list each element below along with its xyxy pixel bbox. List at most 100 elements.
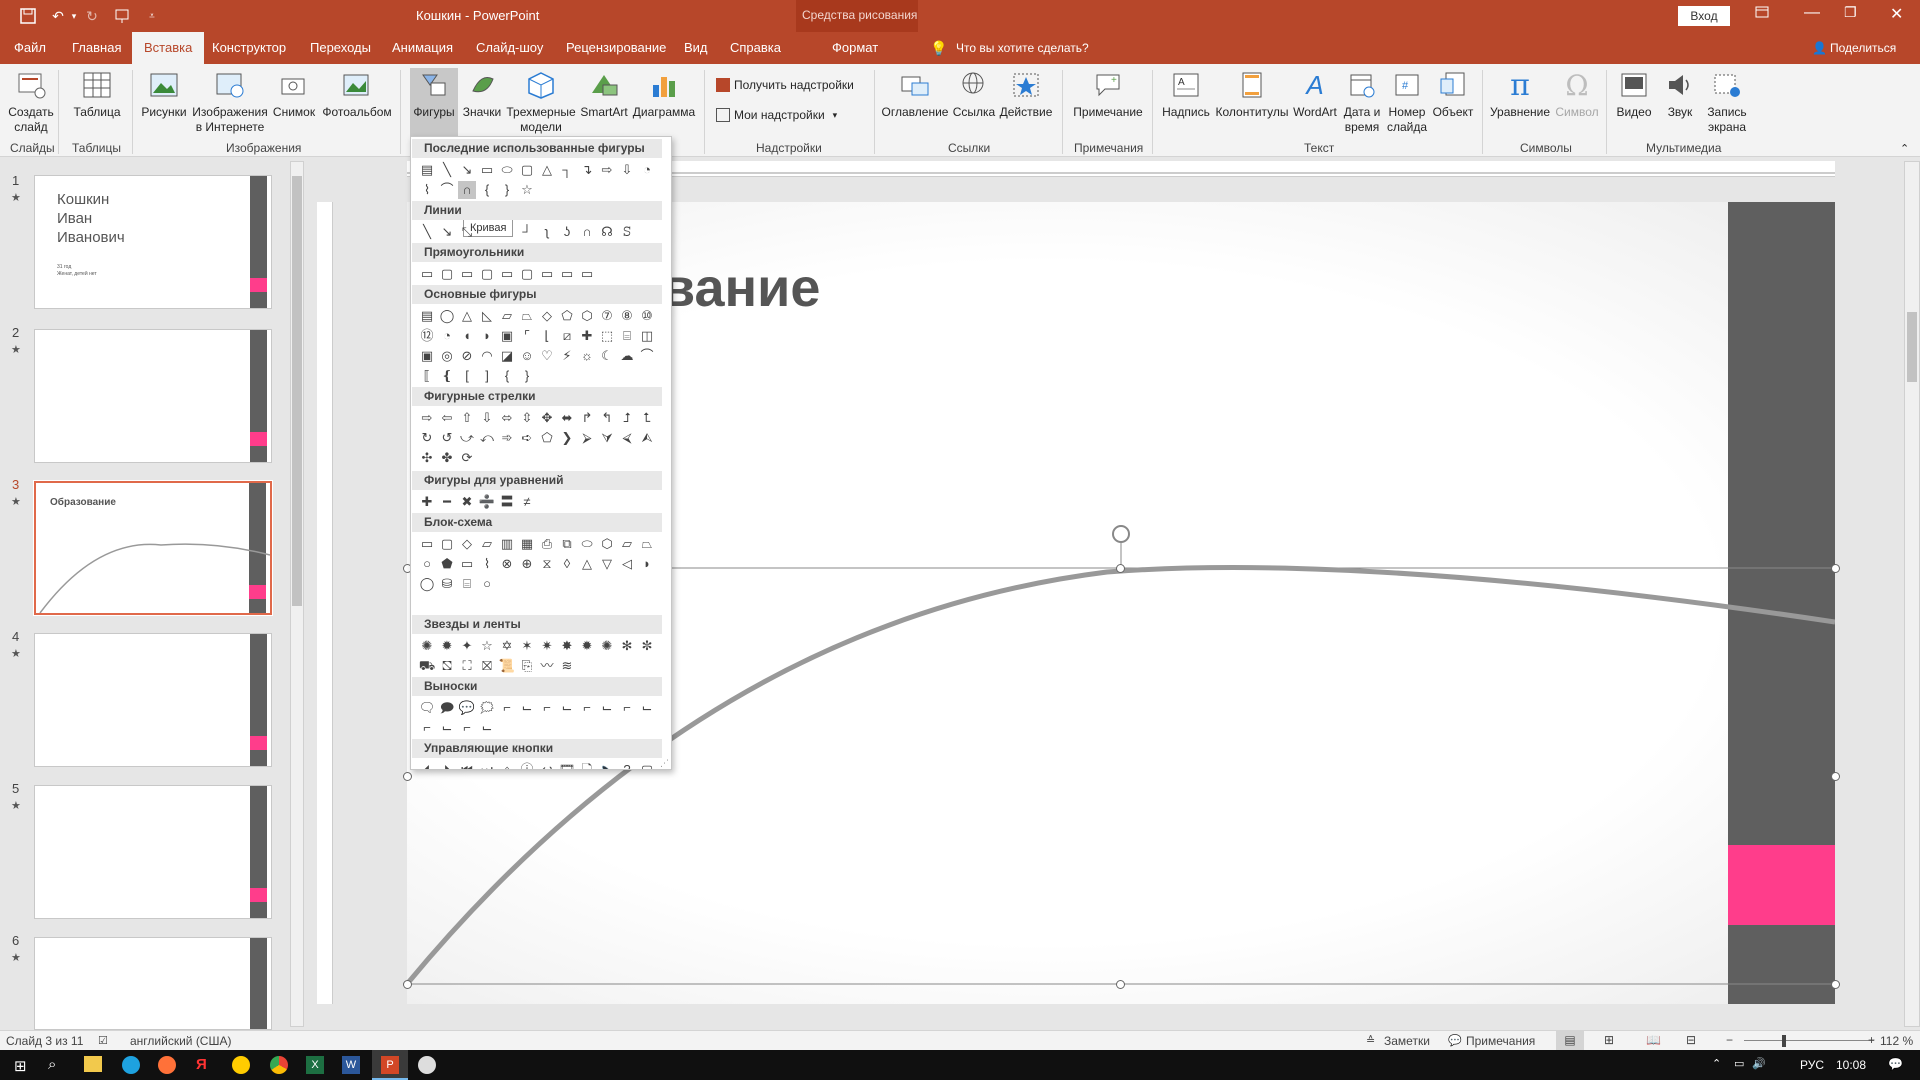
rect-callout-icon[interactable]: 🗨: [418, 699, 436, 717]
left-arrow-icon[interactable]: ⇦: [438, 409, 456, 427]
cross-icon[interactable]: ✚: [578, 327, 596, 345]
editor-scrollbar[interactable]: [1904, 161, 1920, 1027]
right-arrow-icon[interactable]: ⇨: [418, 409, 436, 427]
clock[interactable]: 10:08: [1836, 1058, 1866, 1072]
star24-icon[interactable]: ✻: [618, 637, 636, 655]
moon-icon[interactable]: ☾: [598, 347, 616, 365]
double-bracket-icon[interactable]: ⟦: [418, 367, 436, 385]
left-right-up-arrow-icon[interactable]: ⬌: [558, 409, 576, 427]
freeform-shape-icon[interactable]: ⌇: [418, 181, 436, 199]
manual-input-icon[interactable]: ⏥: [618, 535, 636, 553]
resize-handle[interactable]: [1831, 772, 1840, 781]
arc-icon[interactable]: ⌒: [638, 347, 656, 365]
wave-icon[interactable]: 〰: [538, 657, 556, 675]
home-button-icon[interactable]: ⌂: [498, 761, 516, 769]
star12-icon[interactable]: ✹: [578, 637, 596, 655]
pie-icon[interactable]: ◔: [438, 327, 456, 345]
double-arrow-icon[interactable]: ⤡: [458, 223, 476, 241]
table-button[interactable]: Таблица: [70, 68, 124, 120]
lightning-icon[interactable]: ⚡: [558, 347, 576, 365]
oval-shape-icon[interactable]: ⬭: [498, 161, 516, 179]
link-button[interactable]: Ссылка: [950, 68, 998, 120]
diamond-icon[interactable]: ◇: [538, 307, 556, 325]
3d-models-button[interactable]: Трехмерные модели: [506, 68, 576, 135]
cloud-icon[interactable]: ☁: [618, 347, 636, 365]
star10-icon[interactable]: ✸: [558, 637, 576, 655]
tell-me-search[interactable]: Что вы хотите сделать?: [956, 32, 1089, 64]
chord-icon[interactable]: ◖: [458, 327, 476, 345]
bent-arrow-icon[interactable]: ↱: [578, 409, 596, 427]
left-bracket-icon[interactable]: [: [458, 367, 476, 385]
or-icon[interactable]: ⊕: [518, 555, 536, 573]
rect-icon[interactable]: ▢: [518, 265, 536, 283]
process-icon[interactable]: ▭: [418, 535, 436, 553]
present-icon[interactable]: [112, 6, 132, 26]
photo-album-button[interactable]: Фотоальбом: [320, 68, 394, 120]
notched-arrow-icon[interactable]: ➪: [518, 429, 536, 447]
octagon-icon[interactable]: ⑧: [618, 307, 636, 325]
document-button-icon[interactable]: 🗋: [578, 761, 596, 769]
object-button[interactable]: Объект: [1430, 68, 1476, 120]
freeform-icon[interactable]: ☊: [598, 223, 616, 241]
minimize-icon[interactable]: —: [1804, 4, 1820, 22]
tab-home[interactable]: Главная: [72, 32, 121, 64]
thumbs-scroll-thumb[interactable]: [292, 176, 302, 606]
divide-icon[interactable]: ➗: [478, 493, 496, 511]
left-right-callout-icon[interactable]: ✣: [418, 449, 436, 467]
yandex-browser-icon[interactable]: [232, 1056, 250, 1074]
curved-arrow-icon[interactable]: ʖ: [558, 223, 576, 241]
rounded-callout-icon[interactable]: 🗩: [438, 699, 456, 717]
down-arrow-icon[interactable]: ⇩: [478, 409, 496, 427]
blank-button-icon[interactable]: ▢: [638, 761, 656, 769]
vertical-scroll-icon[interactable]: 📜: [498, 657, 516, 675]
plaque-icon[interactable]: ⬚: [598, 327, 616, 345]
bent-up-arrow-icon[interactable]: ⮤: [638, 409, 656, 427]
resize-grip-icon[interactable]: ⋰: [660, 758, 669, 769]
double-brace-icon[interactable]: ❴: [438, 367, 456, 385]
textbox-shape-icon[interactable]: ▤: [418, 161, 436, 179]
rect-icon[interactable]: ▭: [458, 265, 476, 283]
normal-view-icon[interactable]: ▤: [1556, 1031, 1584, 1050]
curved-left-arrow-icon[interactable]: ↺: [438, 429, 456, 447]
hexagon-icon[interactable]: ⬡: [578, 307, 596, 325]
l-shape-icon[interactable]: ⌊: [538, 327, 556, 345]
datetime-button[interactable]: Дата и время: [1340, 68, 1384, 135]
tab-review[interactable]: Рецензирование: [566, 32, 666, 64]
rect-icon[interactable]: ▭: [538, 265, 556, 283]
direct-access-icon[interactable]: ⌸: [458, 575, 476, 593]
tab-design[interactable]: Конструктор: [212, 32, 286, 64]
volume-icon[interactable]: 🔊: [1752, 1057, 1766, 1070]
star5-icon[interactable]: ☆: [478, 637, 496, 655]
teardrop-icon[interactable]: ◗: [478, 327, 496, 345]
alternate-process-icon[interactable]: ▢: [438, 535, 456, 553]
slide-number-button[interactable]: # Номер слайда: [1384, 68, 1430, 135]
line-callout4-icon[interactable]: ⌙: [558, 699, 576, 717]
slide-thumbnail-2[interactable]: [34, 329, 272, 463]
save-icon[interactable]: [18, 6, 38, 26]
left-up-arrow-icon[interactable]: ⮥: [618, 409, 636, 427]
striped-right-arrow-icon[interactable]: ➾: [498, 429, 516, 447]
accent-callout3-icon[interactable]: ⌐: [618, 699, 636, 717]
right-callout-arrow-icon[interactable]: ⮚: [578, 429, 596, 447]
forward-button-icon[interactable]: ⏵: [438, 761, 456, 769]
tab-insert[interactable]: Вставка: [132, 32, 205, 64]
zoom-toc-button[interactable]: Оглавление: [880, 68, 950, 120]
line-shape-icon[interactable]: ╲: [438, 161, 456, 179]
yandex-icon[interactable]: Я: [196, 1056, 214, 1074]
chevron-icon[interactable]: ❯: [558, 429, 576, 447]
display-icon[interactable]: ○: [478, 575, 496, 593]
circular-arrow-icon[interactable]: ⟳: [458, 449, 476, 467]
comment-button[interactable]: + Примечание: [1070, 68, 1146, 120]
resize-handle[interactable]: [1116, 564, 1125, 573]
slide-thumbnail-6[interactable]: [34, 937, 272, 1030]
zoom-in-icon[interactable]: +: [1868, 1033, 1875, 1047]
help-button-icon[interactable]: ?: [618, 761, 636, 769]
firefox-icon[interactable]: [158, 1056, 176, 1074]
accent-callout2-icon[interactable]: ⌙: [598, 699, 616, 717]
down-arrow-shape-icon[interactable]: ⇩: [618, 161, 636, 179]
customize-qat-icon[interactable]: ⩡: [142, 6, 162, 26]
explorer-icon[interactable]: [84, 1056, 102, 1072]
equation-button[interactable]: π Уравнение: [1488, 68, 1552, 120]
curved-ribbon-up-icon[interactable]: ⛶: [458, 657, 476, 675]
tray-chevron-icon[interactable]: ⌃: [1712, 1057, 1721, 1070]
